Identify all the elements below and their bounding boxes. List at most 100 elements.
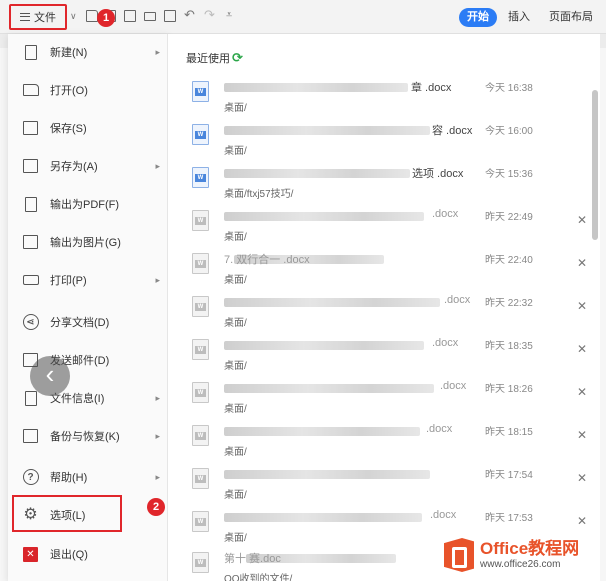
toolbar: 文件 ∨ ↶ ↷ ⩡ 开始 插入 页面布局 xyxy=(0,0,606,34)
file-time: 昨天 18:35 xyxy=(485,341,533,352)
menu-item-exit[interactable]: ✕ 退出(Q) xyxy=(8,536,168,572)
image-icon xyxy=(22,234,39,251)
exit-icon: ✕ xyxy=(22,546,39,563)
chevron-right-icon: ▸ xyxy=(155,471,160,482)
menu-item-share[interactable]: ⋖ 分享文档(D) xyxy=(8,304,168,340)
chevron-right-icon: ▸ xyxy=(155,46,160,57)
file-path: 桌面/ xyxy=(224,275,247,286)
filename: .docx xyxy=(432,208,459,220)
blurred-filename xyxy=(224,341,424,350)
menu-item-export-pdf[interactable]: 输出为PDF(F) xyxy=(8,186,168,222)
file-time: 昨天 22:32 xyxy=(485,298,533,309)
file-path: 桌面/ xyxy=(224,447,247,458)
chevron-right-icon: ▸ xyxy=(155,274,160,285)
menu-item-save-as[interactable]: 另存为(A) ▸ xyxy=(8,148,168,184)
printer-icon[interactable] xyxy=(144,12,156,21)
menu-item-label: 打开(O) xyxy=(50,85,88,97)
undo-icon[interactable]: ↶ xyxy=(184,7,195,23)
file-time: 昨天 17:53 xyxy=(485,513,533,524)
options-highlight-frame xyxy=(12,495,122,532)
menu-item-label: 打印(P) xyxy=(50,275,87,287)
file-time: 昨天 17:54 xyxy=(485,470,533,481)
menu-item-export-image[interactable]: 输出为图片(G) xyxy=(8,224,168,260)
folder-icon xyxy=(22,82,39,99)
file-path: 桌面/ xyxy=(224,318,247,329)
step-marker-1: 1 xyxy=(97,9,115,27)
chevron-down-icon[interactable]: ∨ xyxy=(70,11,77,22)
file-time: 昨天 22:49 xyxy=(485,212,533,223)
filename: 第十 赛.doc xyxy=(224,553,281,565)
filename: .docx xyxy=(426,423,453,435)
save-as-icon xyxy=(22,158,39,175)
file-path: 桌面/ xyxy=(224,533,247,544)
remove-recent-icon[interactable]: ✕ xyxy=(577,342,587,356)
filename: 容 .docx xyxy=(432,125,473,137)
filename: .docx xyxy=(430,509,457,521)
filename: 章 .docx xyxy=(411,82,452,94)
print-preview-icon[interactable] xyxy=(164,10,176,22)
menu-item-print[interactable]: 打印(P) ▸ xyxy=(8,262,168,298)
watermark-logo: Office教程网 www.office26.com xyxy=(444,532,604,578)
recent-file-row[interactable]: W 选项 .docx 桌面/ftxj57技巧/ 今天 15:36 xyxy=(168,163,588,206)
blurred-filename xyxy=(224,513,422,522)
word-doc-icon: W xyxy=(192,253,209,274)
menu-item-backup[interactable]: 备份与恢复(K) ▸ xyxy=(8,418,168,454)
recent-file-row[interactable]: W .docx 桌面/ 昨天 22:49 ✕ xyxy=(168,206,588,249)
remove-recent-icon[interactable]: ✕ xyxy=(577,471,587,485)
file-path: 桌面/ xyxy=(224,361,247,372)
menu-item-save[interactable]: 保存(S) xyxy=(8,110,168,146)
remove-recent-icon[interactable]: ✕ xyxy=(577,213,587,227)
recent-file-row[interactable]: W 桌面/ 昨天 17:54 ✕ xyxy=(168,464,588,507)
recent-file-row[interactable]: W 容 .docx 桌面/ 今天 16:00 xyxy=(168,120,588,163)
remove-recent-icon[interactable]: ✕ xyxy=(577,256,587,270)
word-doc-icon: W xyxy=(192,81,209,102)
recent-files-panel: 最近使用 ⟳ W 章 .docx 桌面/ 今天 16:38 W 容 .docx … xyxy=(168,34,600,581)
file-menu-label: 文件 xyxy=(34,12,56,24)
file-time: 今天 16:38 xyxy=(485,83,533,94)
remove-recent-icon[interactable]: ✕ xyxy=(577,385,587,399)
more-dropdown-icon[interactable]: ⩡ xyxy=(226,9,232,22)
printer-icon xyxy=(22,272,39,289)
menu-item-open[interactable]: 打开(O) xyxy=(8,72,168,108)
scrollbar-thumb[interactable] xyxy=(592,90,598,240)
filename: .docx xyxy=(440,380,467,392)
tab-home[interactable]: 开始 xyxy=(459,8,497,27)
refresh-icon[interactable]: ⟳ xyxy=(232,50,243,66)
chevron-right-icon: ▸ xyxy=(155,392,160,403)
file-time: 今天 16:00 xyxy=(485,126,533,137)
export-pdf-icon[interactable] xyxy=(124,10,136,22)
recent-file-row[interactable]: W 7. 双行合一 .docx 桌面/ 昨天 22:40 ✕ xyxy=(168,249,588,292)
remove-recent-icon[interactable]: ✕ xyxy=(577,514,587,528)
recent-title-text: 最近使用 xyxy=(186,53,230,65)
file-menu-button[interactable]: 文件 xyxy=(9,4,67,30)
recent-file-row[interactable]: W 章 .docx 桌面/ 今天 16:38 xyxy=(168,77,588,120)
menu-icon xyxy=(20,13,30,21)
menu-item-help[interactable]: ? 帮助(H) ▸ xyxy=(8,459,168,495)
menu-item-label: 输出为图片(G) xyxy=(50,237,121,249)
recent-file-row[interactable]: W .docx 桌面/ 昨天 18:26 ✕ xyxy=(168,378,588,421)
word-doc-icon: W xyxy=(192,511,209,532)
redo-icon[interactable]: ↷ xyxy=(204,7,215,23)
word-doc-icon: W xyxy=(192,552,209,573)
back-arrow-button[interactable]: ‹ xyxy=(30,356,70,396)
blurred-filename xyxy=(224,427,420,436)
word-doc-icon: W xyxy=(192,339,209,360)
watermark-brand: Office教程网 xyxy=(480,539,580,558)
remove-recent-icon[interactable]: ✕ xyxy=(577,428,587,442)
remove-recent-icon[interactable]: ✕ xyxy=(577,299,587,313)
share-icon: ⋖ xyxy=(22,314,39,331)
file-time: 昨天 22:40 xyxy=(485,255,533,266)
blurred-filename xyxy=(224,126,430,135)
recent-file-row[interactable]: W .docx 桌面/ 昨天 18:15 ✕ xyxy=(168,421,588,464)
filename: .docx xyxy=(444,294,471,306)
recent-file-row[interactable]: W .docx 桌面/ 昨天 18:35 ✕ xyxy=(168,335,588,378)
blurred-filename xyxy=(224,212,424,221)
recent-scrollbar[interactable] xyxy=(592,90,598,530)
file-time: 今天 15:36 xyxy=(485,169,533,180)
tab-page-layout[interactable]: 页面布局 xyxy=(549,8,593,27)
office-logo-icon xyxy=(444,538,474,572)
recent-file-row[interactable]: W .docx 桌面/ 昨天 22:32 ✕ xyxy=(168,292,588,335)
word-doc-icon: W xyxy=(192,210,209,231)
menu-item-new[interactable]: 新建(N) ▸ xyxy=(8,34,168,70)
tab-insert[interactable]: 插入 xyxy=(508,8,530,27)
